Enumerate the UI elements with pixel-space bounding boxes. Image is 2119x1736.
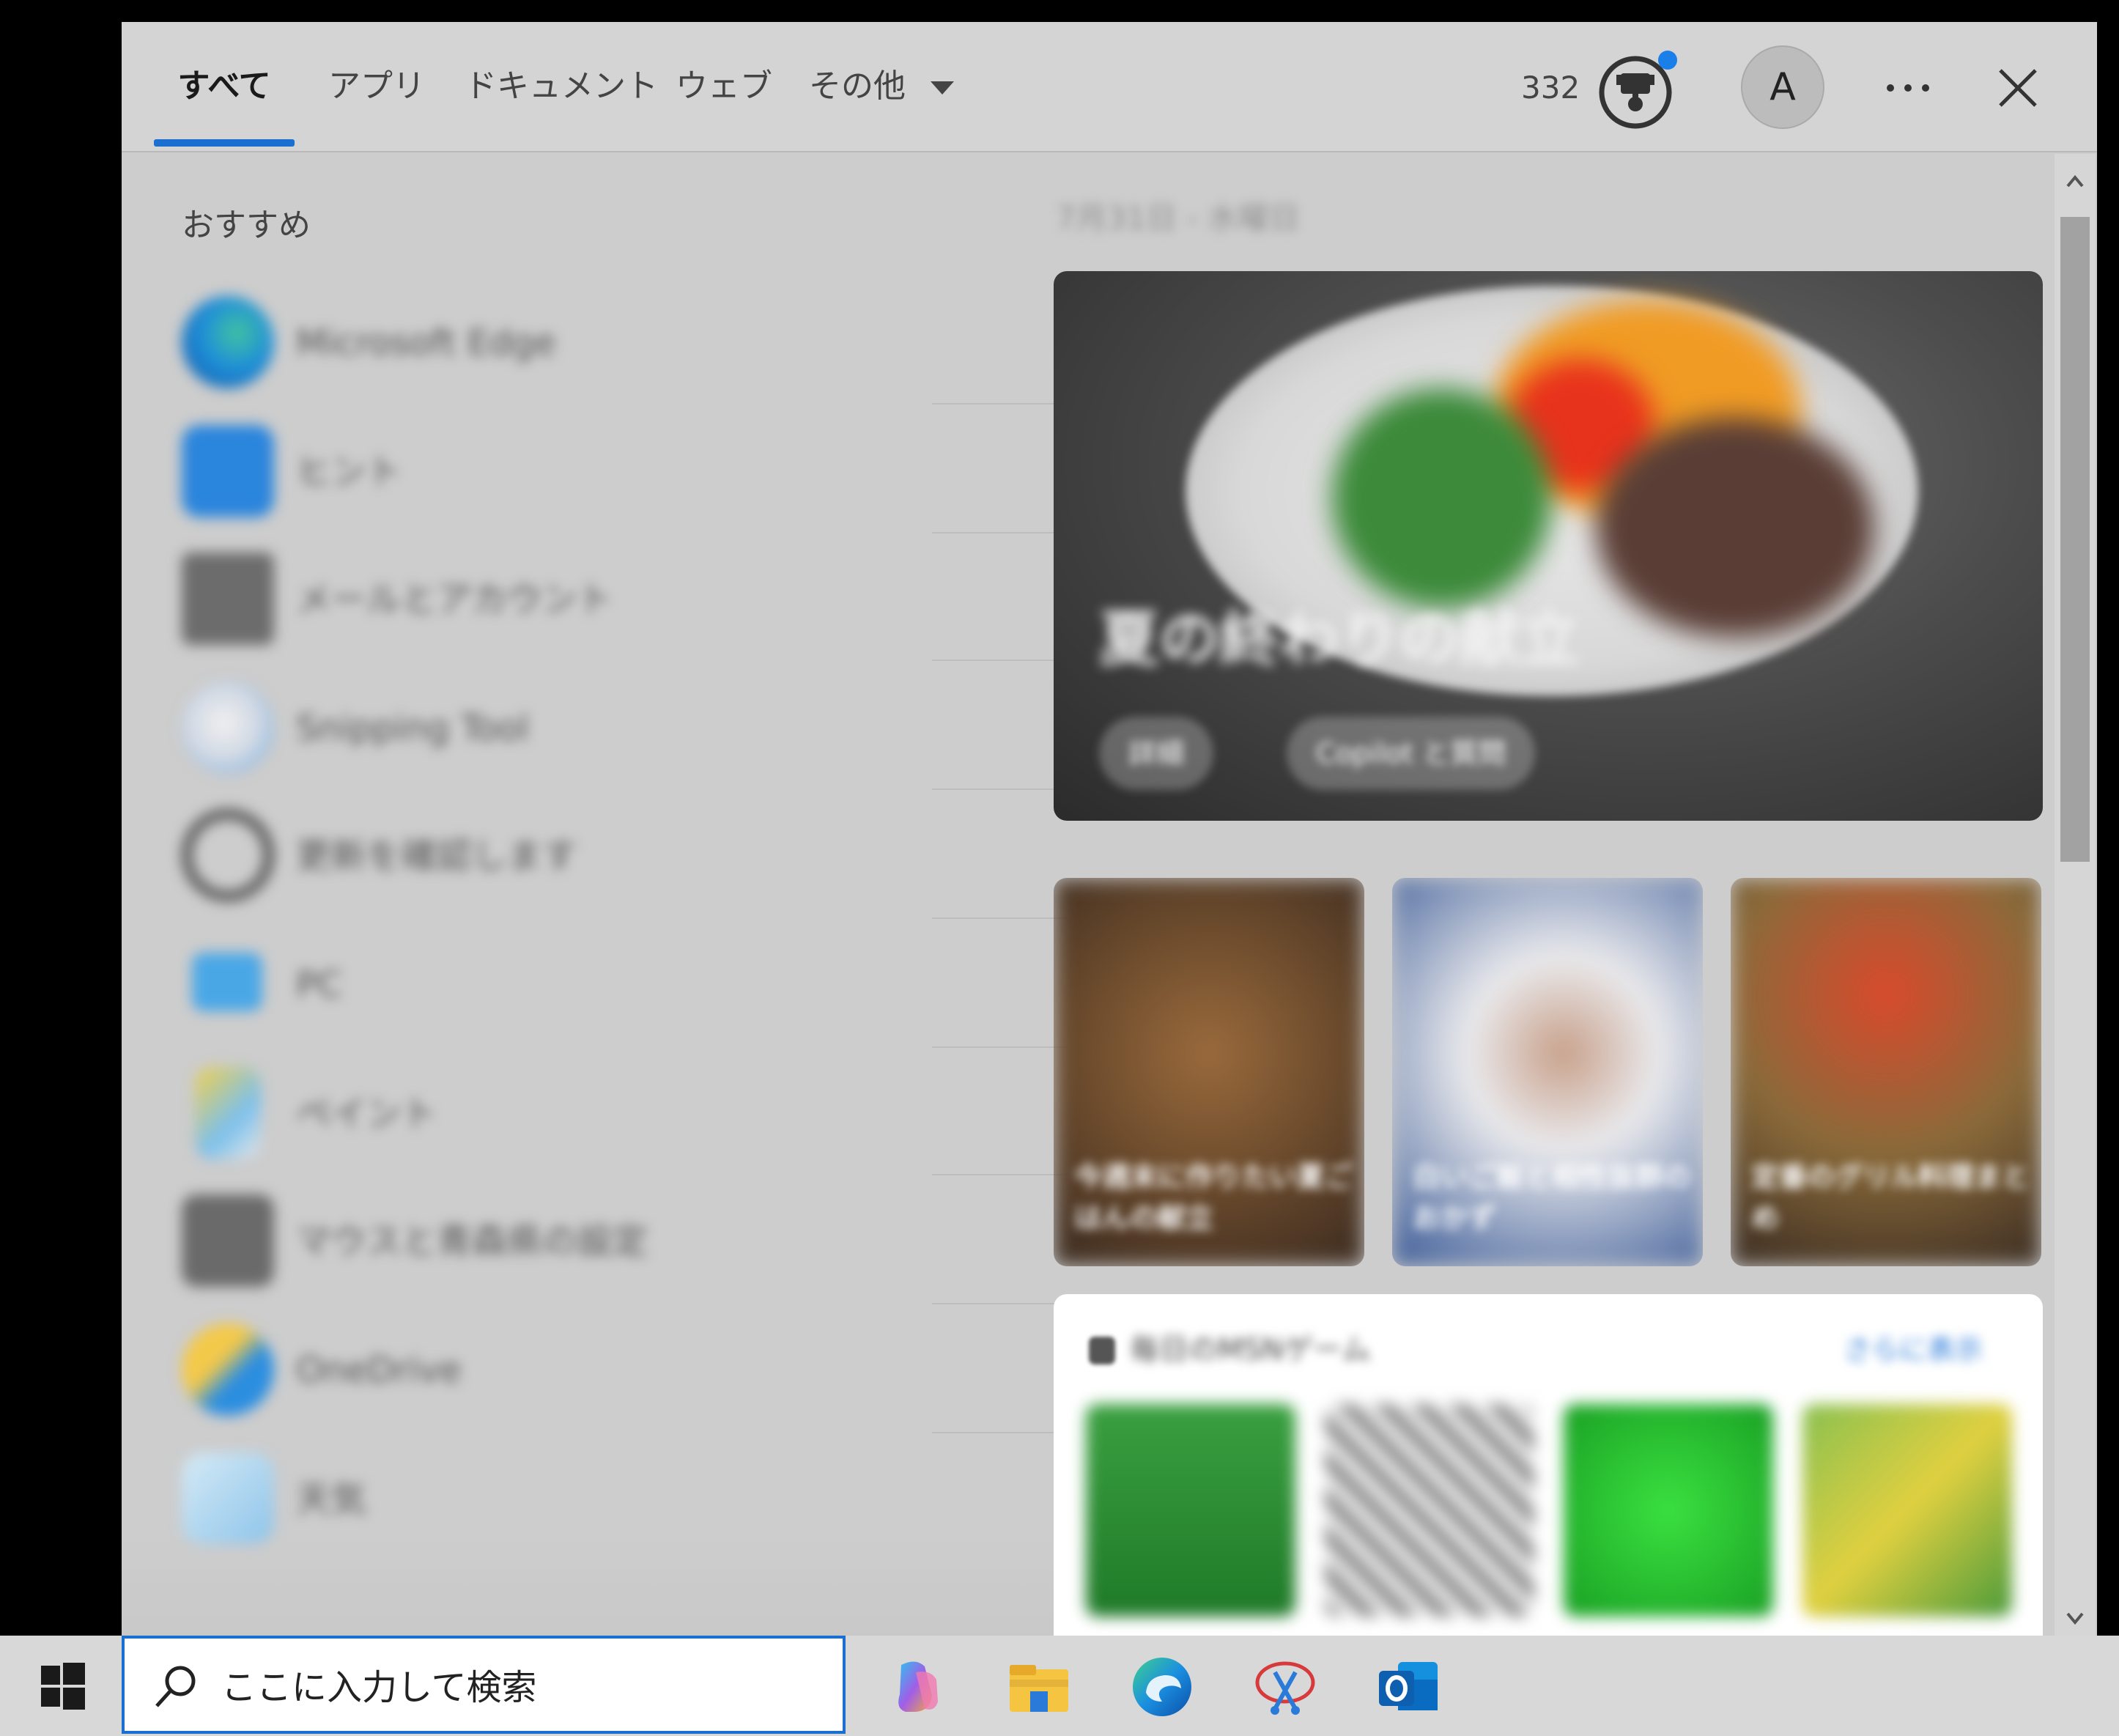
- hero-image-detail: [1596, 418, 1874, 638]
- weather-icon: [182, 1452, 274, 1545]
- search-panel: すべて アプリ ドキュメント ウェブ その他 332 A おすすめ Micros…: [122, 22, 2097, 1636]
- card-title: 今週末に作りたい夏ごはんの献立: [1074, 1161, 1353, 1234]
- more-options-icon[interactable]: [1879, 59, 1937, 117]
- feed-card[interactable]: 今週末に作りたい夏ごはんの献立: [1054, 878, 1364, 1266]
- windows-start-icon[interactable]: [22, 1654, 103, 1720]
- hero-details-button[interactable]: 詳細: [1099, 717, 1214, 790]
- app-item-label: マウスと青森県の設定: [296, 1221, 648, 1262]
- outlook-icon[interactable]: [1372, 1650, 1445, 1724]
- games-heading: 毎日のMSNゲーム: [1130, 1333, 1371, 1367]
- tab-web[interactable]: ウェブ: [676, 64, 772, 108]
- mail-accounts-icon: [182, 553, 274, 645]
- game-tile[interactable]: [1086, 1404, 1295, 1617]
- game-tile[interactable]: [1564, 1404, 1773, 1617]
- app-item-label: メールとアカウント: [296, 579, 613, 620]
- tab-more[interactable]: その他: [809, 64, 955, 108]
- app-item-pc[interactable]: PC: [173, 909, 1118, 1037]
- scroll-up-arrow-icon[interactable]: [2062, 169, 2088, 195]
- app-item-check-updates[interactable]: 更新を確認します: [173, 780, 1118, 908]
- hero-card[interactable]: 夏の終わりの献立 詳細 Copilot と質問: [1054, 271, 2043, 821]
- app-item-label: PC: [296, 964, 342, 1005]
- feed-date: 7月31日 - 水曜日: [1057, 200, 1301, 236]
- snipping-tool-taskbar-icon[interactable]: [1249, 1650, 1322, 1724]
- games-see-more-link[interactable]: さらに表示: [1844, 1328, 1983, 1372]
- edge-icon: [182, 296, 274, 388]
- paint-icon: [195, 1067, 261, 1159]
- app-item-label: OneDrive: [296, 1350, 462, 1391]
- user-avatar[interactable]: A: [1741, 45, 1824, 129]
- scrollbar-thumb[interactable]: [2060, 217, 2090, 862]
- app-item-snipping-tool[interactable]: Snipping Tool: [173, 652, 1118, 780]
- tab-more-label: その他: [809, 67, 906, 105]
- rewards-trophy-icon[interactable]: [1599, 50, 1679, 130]
- taskbar: [0, 1636, 2119, 1736]
- card-title: 白いご飯と相性抜群のおかず: [1413, 1161, 1692, 1234]
- app-item-tips[interactable]: ヒント: [173, 396, 1118, 524]
- search-input[interactable]: [220, 1659, 824, 1716]
- recommended-heading: おすすめ: [182, 207, 311, 244]
- onedrive-icon: [182, 1323, 274, 1416]
- app-item-label: Microsoft Edge: [296, 322, 556, 363]
- tips-icon: [182, 425, 274, 517]
- app-item-paint[interactable]: ペイント: [173, 1038, 1118, 1166]
- file-explorer-icon[interactable]: [1002, 1650, 1076, 1724]
- hero-title: 夏の終わりの献立: [1099, 605, 1580, 674]
- games-icon: [1089, 1337, 1115, 1364]
- game-tile[interactable]: [1802, 1404, 2012, 1617]
- scroll-down-arrow-icon[interactable]: [2062, 1605, 2088, 1631]
- app-item-label: 更新を確認します: [296, 835, 578, 876]
- close-icon[interactable]: [1989, 59, 2047, 117]
- app-item-label: ペイント: [296, 1093, 437, 1134]
- tab-apps[interactable]: アプリ: [328, 64, 425, 108]
- rewards-points: 332: [1521, 70, 1580, 106]
- snipping-tool-icon: [182, 682, 274, 774]
- caret-down-icon: [931, 81, 954, 95]
- mouse-settings-icon: [182, 1194, 274, 1287]
- tab-documents[interactable]: ドキュメント: [465, 64, 658, 108]
- taskbar-search-box[interactable]: [122, 1636, 846, 1734]
- edge-taskbar-icon[interactable]: [1125, 1650, 1199, 1724]
- app-item-mail-accounts[interactable]: メールとアカウント: [173, 523, 1118, 651]
- search-tabs-bar: すべて アプリ ドキュメント ウェブ その他 332 A: [122, 22, 2097, 152]
- card-title: 定番のグリル料理まとめ: [1751, 1161, 2030, 1234]
- app-item-mouse-settings[interactable]: マウスと青森県の設定: [173, 1165, 1118, 1293]
- app-item-label: Snipping Tool: [296, 708, 529, 749]
- game-tile[interactable]: [1325, 1404, 1534, 1617]
- hero-copilot-button[interactable]: Copilot と質問: [1287, 717, 1536, 790]
- copilot-icon[interactable]: [879, 1650, 953, 1724]
- app-item-onedrive[interactable]: OneDrive: [173, 1294, 1118, 1422]
- app-item-weather[interactable]: 天気: [173, 1423, 1118, 1551]
- feed-card[interactable]: 定番のグリル料理まとめ: [1731, 878, 2041, 1266]
- pc-icon: [192, 953, 262, 1011]
- update-icon: [182, 809, 274, 901]
- feed-scrollbar[interactable]: [2055, 154, 2096, 1636]
- games-panel: 毎日のMSNゲーム さらに表示: [1054, 1294, 2043, 1636]
- list-fade-overlay: [122, 1533, 1074, 1636]
- app-item-edge[interactable]: Microsoft Edge: [173, 267, 1118, 395]
- active-tab-indicator: [154, 139, 295, 147]
- tab-all[interactable]: すべて: [154, 64, 295, 108]
- app-item-label: ヒント: [296, 451, 402, 492]
- app-item-label: 天気: [296, 1479, 367, 1520]
- hero-image-detail: [1332, 388, 1552, 608]
- feed-card[interactable]: 白いご飯と相性抜群のおかず: [1392, 878, 1703, 1266]
- search-icon: [155, 1666, 196, 1707]
